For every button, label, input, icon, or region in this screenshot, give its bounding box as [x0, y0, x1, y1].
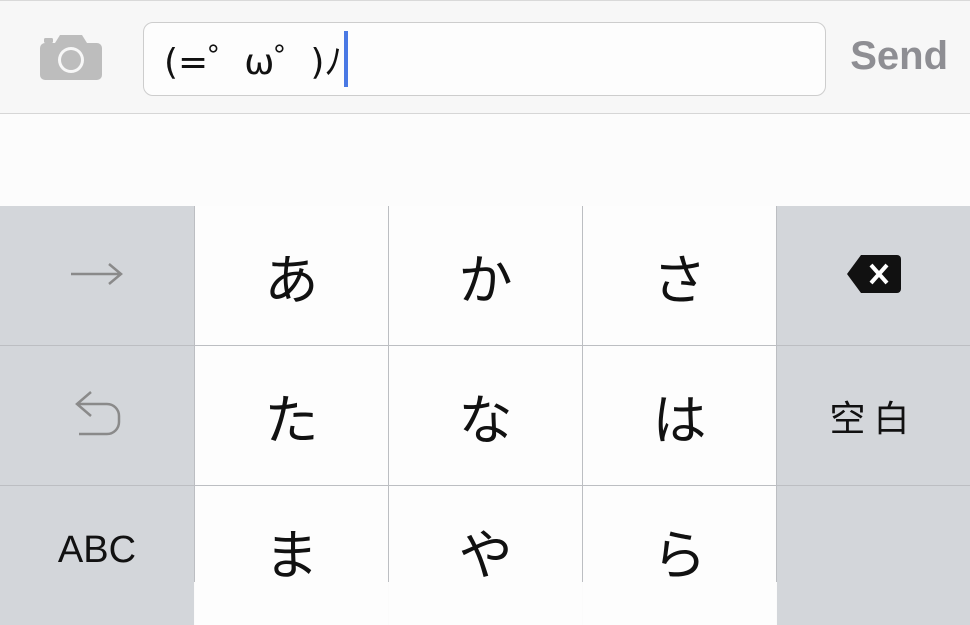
key-label: ま: [264, 524, 319, 587]
message-text-field[interactable]: (=゜ω゜)ﾉ: [143, 22, 826, 96]
kana-key-ma[interactable]: ま: [195, 486, 388, 625]
key-label: は: [652, 389, 707, 452]
undo-key[interactable]: [0, 346, 194, 485]
kana-key-ra[interactable]: ら: [583, 486, 776, 625]
kana-key-na[interactable]: な: [389, 346, 582, 485]
backspace-key[interactable]: [777, 206, 970, 345]
abc-mode-key[interactable]: ABC: [0, 486, 194, 625]
key-label: か: [458, 249, 513, 312]
send-button[interactable]: Send: [850, 34, 948, 79]
key-label: た: [264, 389, 319, 452]
undo-icon: [69, 386, 125, 446]
kana-key-ya[interactable]: や: [389, 486, 582, 625]
camera-icon[interactable]: [38, 31, 104, 83]
kana-key-sa[interactable]: さ: [583, 206, 776, 345]
space-key[interactable]: 空白: [777, 346, 970, 485]
return-key[interactable]: [777, 486, 970, 625]
text-caret: [344, 31, 349, 87]
key-label: あ: [264, 249, 319, 312]
key-label: ら: [652, 524, 707, 587]
backspace-icon: [845, 253, 903, 299]
key-label: な: [458, 389, 513, 452]
key-label: さ: [652, 249, 707, 312]
key-label: ABC: [57, 529, 137, 571]
message-text: (=゜ω゜)ﾉ: [164, 42, 343, 83]
next-character-key[interactable]: [0, 206, 194, 345]
kana-key-ta[interactable]: た: [195, 346, 388, 485]
key-label: や: [458, 524, 513, 587]
key-label: 空白: [829, 398, 918, 440]
right-arrow-icon: [69, 262, 125, 290]
message-input-bar: (=゜ω゜)ﾉ Send: [0, 0, 970, 114]
kana-key-a[interactable]: あ: [195, 206, 388, 345]
kana-key-ha[interactable]: は: [583, 346, 776, 485]
kana-key-ka[interactable]: か: [389, 206, 582, 345]
japanese-kana-keyboard: あ か さ た な は 空白 ABC ま や ら: [0, 206, 970, 625]
suggestion-bar: [0, 114, 970, 206]
